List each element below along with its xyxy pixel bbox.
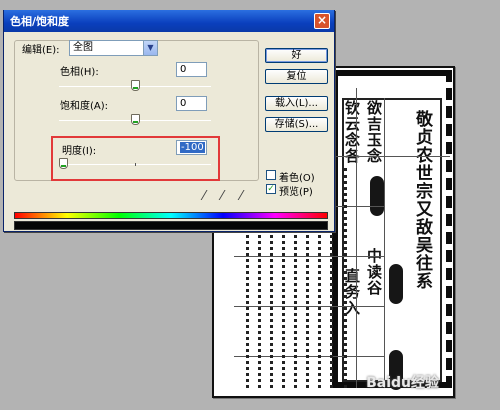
dialog-title-bar[interactable]: 色相/饱和度 xyxy=(4,10,334,32)
close-button[interactable]: × xyxy=(314,13,330,29)
lightness-slider-tick xyxy=(135,163,136,166)
hue-input[interactable]: 0 xyxy=(176,62,207,77)
preview-checkbox[interactable]: ✓ xyxy=(266,184,276,194)
doc-small-text xyxy=(306,218,309,388)
doc-column-text: 钦云念各 xyxy=(343,100,361,164)
eyedropper-icon[interactable]: ⁄ xyxy=(203,189,205,204)
doc-small-text xyxy=(282,218,285,388)
close-icon: × xyxy=(316,13,328,27)
lightness-input[interactable]: -100 xyxy=(176,140,207,155)
edit-select[interactable]: 全图 ▼ xyxy=(69,40,158,56)
doc-small-text xyxy=(258,218,261,388)
doc-small-text xyxy=(246,218,249,388)
watermark: Baidu经验 xyxy=(366,375,439,391)
preview-label: 预览(P) xyxy=(279,187,313,198)
saturation-slider-thumb[interactable] xyxy=(130,114,140,125)
lightness-value: -100 xyxy=(180,142,205,153)
saturation-value: 0 xyxy=(180,98,187,109)
colorize-label: 着色(O) xyxy=(279,173,315,184)
doc-rule xyxy=(234,306,384,307)
doc-small-text xyxy=(344,168,347,388)
hue-slider-thumb[interactable] xyxy=(130,80,140,91)
save-button[interactable]: 存储(S)... xyxy=(265,117,328,132)
saturation-label: 饱和度(A): xyxy=(60,101,109,112)
lightness-label: 明度(I): xyxy=(62,146,97,157)
input-color-bar xyxy=(14,212,328,219)
doc-rule xyxy=(234,356,384,357)
edit-label: 编辑(E): xyxy=(20,41,62,56)
hue-label: 色相(H): xyxy=(60,67,99,78)
eyedropper-plus-icon[interactable]: ⁄ xyxy=(221,189,223,204)
eyedropper-minus-icon[interactable]: ⁄ xyxy=(240,189,242,204)
colorize-checkbox[interactable] xyxy=(266,170,276,180)
hue-value: 0 xyxy=(180,64,187,75)
doc-rule xyxy=(384,98,385,388)
doc-glyph-block xyxy=(370,176,384,216)
hue-saturation-dialog: 色相/饱和度 × 编辑(E): 全图 ▼ 色相(H): 0 饱和度(A): 0 … xyxy=(3,10,335,232)
doc-small-text xyxy=(270,218,273,388)
load-button[interactable]: 载入(L)... xyxy=(265,96,328,111)
ok-button[interactable]: 好 xyxy=(265,48,328,63)
reset-button[interactable]: 复位 xyxy=(265,69,328,84)
doc-column-text: 敬贞农世宗又敌吴往系 xyxy=(412,110,432,290)
output-color-bar xyxy=(14,221,328,230)
doc-rule xyxy=(234,256,384,257)
chevron-down-icon[interactable]: ▼ xyxy=(143,41,157,55)
doc-glyph-block xyxy=(389,264,403,304)
doc-small-text xyxy=(294,218,297,388)
lightness-slider-thumb[interactable] xyxy=(59,158,68,169)
doc-small-text xyxy=(318,218,321,388)
dialog-title: 色相/饱和度 xyxy=(10,15,70,28)
saturation-input[interactable]: 0 xyxy=(176,96,207,111)
doc-rule xyxy=(356,88,357,388)
doc-rule xyxy=(332,156,450,157)
edit-select-value: 全图 xyxy=(73,42,93,53)
doc-column-text: 欲吉玉念 xyxy=(365,100,383,164)
